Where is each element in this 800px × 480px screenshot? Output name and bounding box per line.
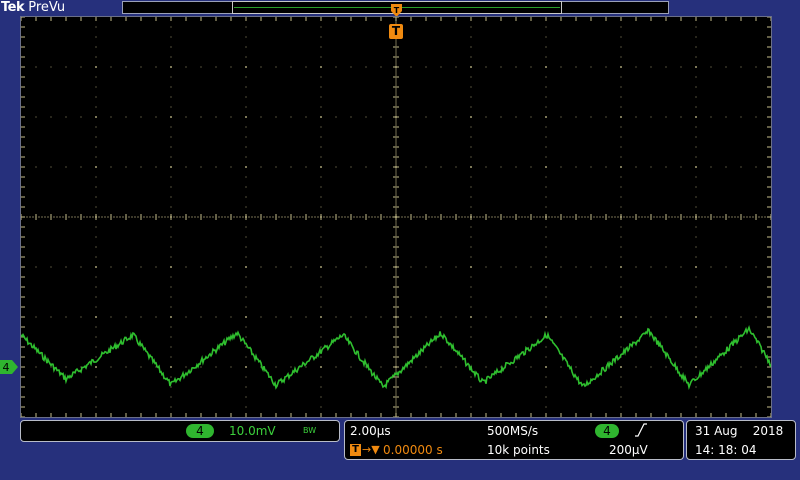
top-status-bar: Tek PreVu T (0, 0, 800, 17)
timebase-readout-panel[interactable]: 2.00µs T →▼ 0.00000 s 500MS/s 10k points… (344, 420, 684, 460)
record-length: 10k points (487, 443, 550, 457)
channel-4-vertical-scale: 10.0mV (229, 424, 276, 438)
trigger-point-marker[interactable]: T (389, 24, 403, 39)
sample-rate: 500MS/s (487, 424, 539, 438)
svg-text:4: 4 (3, 361, 10, 374)
horizontal-scale: 2.00µs (350, 424, 391, 438)
trigger-delay-icon: T (350, 444, 361, 456)
bandwidth-limit-icon: BW (303, 426, 317, 435)
acquisition-mode: PreVu (28, 0, 66, 15)
waveform-display[interactable] (20, 16, 772, 418)
svg-text:T: T (394, 6, 400, 15)
date-time-panel[interactable]: 31 Aug 2018 14: 18: 04 (686, 420, 796, 460)
trigger-source-badge[interactable]: 4 (595, 424, 619, 438)
trigger-level: 200µV (609, 443, 648, 457)
channel-readout-panel[interactable]: 4 10.0mV BW (20, 420, 340, 442)
rising-edge-icon (635, 423, 647, 437)
date-display: 31 Aug 2018 (695, 424, 784, 438)
trigger-delay-arrow-icon: →▼ (362, 443, 380, 456)
brand-tek: Tek (1, 0, 25, 15)
trigger-delay-value: 0.00000 s (383, 443, 443, 457)
waveform-trace (21, 324, 771, 391)
channel-4-ground-marker[interactable]: 4 (0, 359, 18, 375)
channel-4-waveform (21, 324, 771, 391)
channel-4-badge[interactable]: 4 (186, 424, 214, 438)
time-display: 14: 18: 04 (695, 443, 757, 457)
brand-label: Tek PreVu (1, 0, 65, 16)
